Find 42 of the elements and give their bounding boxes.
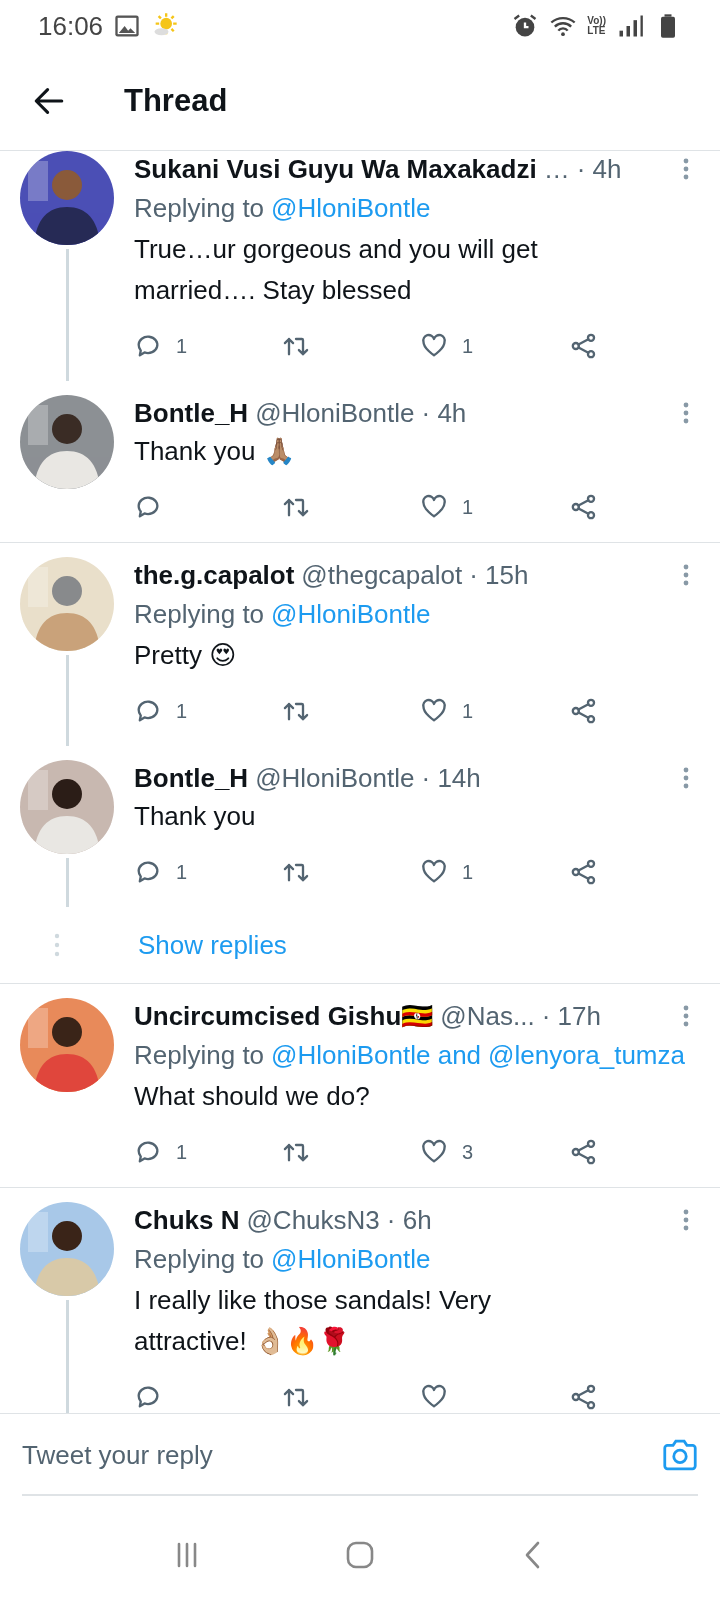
user-handle[interactable]: @HloniBontle xyxy=(255,760,415,796)
reply-field[interactable]: Tweet your reply xyxy=(22,1439,662,1471)
tweet-time: · 4h xyxy=(421,397,467,430)
user-name[interactable]: Uncircumcised Gishu🇺🇬 xyxy=(134,998,434,1034)
user-name[interactable]: Bontle_H xyxy=(134,395,249,431)
user-handle[interactable]: @HloniBontle xyxy=(255,395,415,431)
user-handle[interactable]: @Nas... xyxy=(440,998,535,1034)
tweet-time: · 17h xyxy=(541,1000,601,1033)
replying-label: Replying to xyxy=(134,1244,265,1274)
tweet-text: True…ur gorgeous and you will get married…. Stay blessed xyxy=(134,233,539,307)
network-label: Vo)) xyxy=(587,16,606,26)
user-handle[interactable]: @ChuksN3 xyxy=(246,1202,380,1238)
tweet-time: · 14h xyxy=(421,762,481,795)
tweet-time: · 15h xyxy=(469,559,529,592)
tweet-time: · 6h xyxy=(386,1204,432,1237)
replying-label: Replying to xyxy=(134,599,265,629)
reply-count: 1 xyxy=(176,699,188,723)
tweet-time: · 4h xyxy=(576,153,622,186)
like-count: 1 xyxy=(462,699,474,723)
replying-label: Replying to xyxy=(134,1040,265,1070)
page-title: Thread xyxy=(124,83,228,119)
tweet-text: What should we do? xyxy=(134,1080,371,1113)
network-label: LTE xyxy=(587,26,606,36)
replying-label: Replying to xyxy=(134,193,265,223)
like-count: 1 xyxy=(462,334,474,358)
tweet-text: Thank you 🙏🏽 xyxy=(134,435,296,468)
tweet-text: Thank you xyxy=(134,800,257,833)
user-name[interactable]: Bontle_H xyxy=(134,760,249,796)
user-name[interactable]: the.g.capalot xyxy=(134,557,295,593)
user-name[interactable]: Chuks N xyxy=(134,1202,240,1238)
like-count: 1 xyxy=(462,495,474,519)
reply-count: 1 xyxy=(176,334,188,358)
like-count: 1 xyxy=(462,860,474,884)
user-handle[interactable]: @thegcapalot xyxy=(301,557,463,593)
tweet-text: Pretty 😍 xyxy=(134,639,238,672)
user-handle[interactable]: … xyxy=(543,151,570,187)
user-name[interactable]: Sukani Vusi Guyu Wa Maxakadzi xyxy=(134,151,537,187)
reply-count: 1 xyxy=(176,1140,188,1164)
like-count: 3 xyxy=(462,1140,474,1164)
status-time: 16:06 xyxy=(38,10,104,42)
tweet-text: I really like those sandals! Very attractive! 👌🏼🔥🌹 xyxy=(134,1284,492,1358)
reply-count: 1 xyxy=(176,860,188,884)
